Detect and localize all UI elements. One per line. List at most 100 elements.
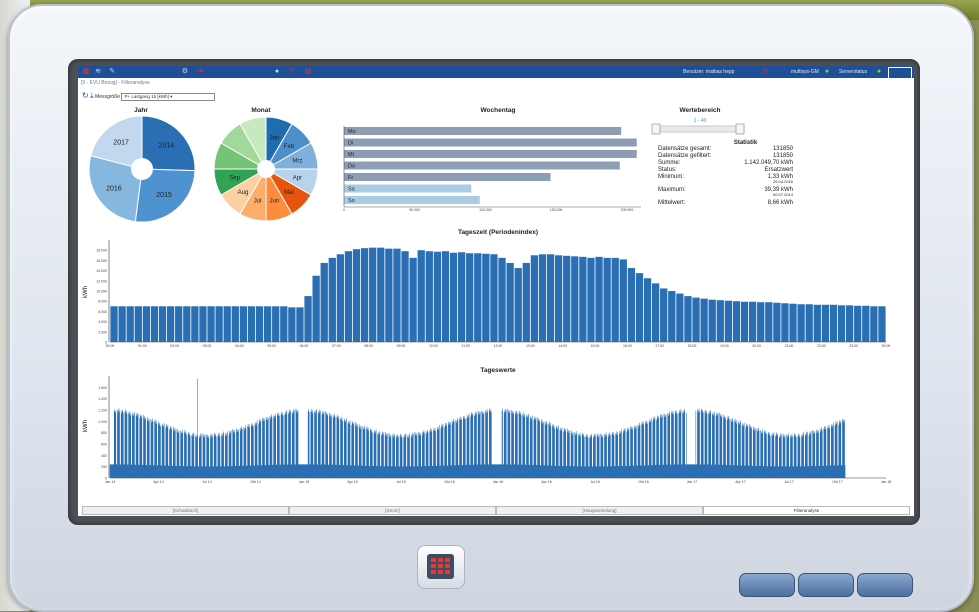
tageszeit-bar [417,250,425,342]
tageszeit-bar [765,302,773,342]
tageswerte-xtick: Apr 14 [153,480,163,484]
tageszeit-bar [425,251,433,342]
tageszeit-xtick: 17:00 [655,344,664,348]
jahr-label: 2016 [106,185,122,192]
tageswerte-title: Tageswerte [480,367,516,374]
tageswerte-ytick: 400 [101,454,107,458]
tageswerte-xtick: Apr 17 [735,480,745,484]
tageszeit-bar [272,306,280,342]
jahr-label: 2017 [113,139,129,146]
tageszeit-bar [740,301,749,342]
stat-row: Datensätze gefiltert: 131850 [658,153,793,160]
tageszeit-bar [716,300,724,342]
tab-filteranalyse[interactable]: Filteranalyse [703,506,910,515]
charts-svg: 2014 2015 2016 2017 Jan Feb Mrz Apr Mai Jun Jul Au… [83,115,891,484]
jahr-label: 2015 [156,192,172,199]
stat-value-text: Ersatzwert [764,167,793,173]
tageszeit-bar [457,252,466,342]
app-screen: ▦ ≋ ✎ ⚙ ⇥ ● ? ▤ Benutzer: mattias hepp ⊙… [78,66,914,516]
tageszeit-bar [603,257,611,342]
tageszeit-bar [110,306,118,342]
range-slider[interactable]: 1 - 40 [651,118,745,135]
tageszeit-bar [199,306,207,342]
tageszeit-bar [175,306,183,342]
slider-handle-left [651,123,661,135]
tageswerte-xtick: Apr 15 [347,480,357,484]
tageszeit-bar [635,273,644,342]
tageszeit-bar [571,256,579,342]
stat-value: 39,39 kWh 00.07.2014 [764,187,793,197]
tageszeit-bar [360,248,369,342]
tageszeit-bar [183,306,191,342]
pie-jahr[interactable]: 2014 2015 2016 2017 [88,115,196,223]
monat-label: Jan [270,136,280,142]
tageswerte-ytick: 1.200 [98,409,107,413]
tageswerte-chart[interactable]: TageswertekWh02004006008001.0001.2001.40… [83,367,891,484]
tageswerte-ytick: 1.000 [98,420,107,424]
stat-value: 131850 [773,153,793,160]
stat-row: Maximum: 39,39 kWh 00.07.2014 [658,187,793,197]
wochentag-tick: 0 [343,208,345,212]
tageswerte-ytick: 1.400 [98,397,107,401]
slider-handle-right [735,123,745,135]
tageszeit-ytick: 12.000 [96,279,107,283]
wochentag-chart[interactable]: Mo Di Mi Do Fr Sa So0 50.000 100.000 150.000 200.0… [343,126,641,212]
tageszeit-bar [441,251,450,342]
stat-value-text: 131850 [772,146,793,152]
monat-label: Mrz [292,159,302,165]
monat-label: Aug [238,190,249,196]
tageszeit-bar [757,302,765,342]
tageszeit-bar [522,262,530,342]
tageszeit-xtick: 20:00 [752,344,761,348]
tageszeit-bar [813,304,821,342]
grid-icon [427,554,454,579]
stat-date: 25.04.2016 [772,179,793,184]
soft-button-2[interactable] [798,573,854,597]
home-button[interactable] [417,545,465,589]
tageszeit-xtick: 09:00 [397,344,406,348]
tageszeit-bar [805,304,813,342]
soft-button-1[interactable] [739,573,795,597]
stat-row: Summe: 1.142.049,70 kWh [658,160,793,167]
tageszeit-bar [724,300,733,342]
tageszeit-bar [344,251,353,342]
tageszeit-bar [223,306,231,342]
tageszeit-bar [312,275,320,342]
tab-hauptverteilung[interactable]: [Hauptverteilung] [496,506,703,515]
tageszeit-ytick: 2.000 [98,330,107,334]
monat-label: Mai [284,190,294,196]
tageszeit-bar [142,306,151,342]
tageswerte-ytick: 1.600 [98,386,107,390]
tageszeit-bar [627,268,636,342]
tageszeit-bar [263,306,272,342]
tageswerte-xtick: Jul 14 [202,480,211,484]
wochentag-bar [344,173,551,181]
stat-label: Summe: [658,160,681,166]
tageszeit-xtick: 21:00 [785,344,794,348]
tageszeit-bar [409,257,417,342]
tageszeit-bar [207,306,215,342]
tageswerte-ytick: 600 [101,443,107,447]
tageswerte-xtick: Jan 15 [299,480,310,484]
tageszeit-bar [393,248,401,342]
tageszeit-bar [514,268,522,342]
tageszeit-bar [296,307,304,342]
tageszeit-chart[interactable]: Tageszeit (Periodenindex)kWh02.0004.0006… [83,229,890,348]
tageszeit-bar [466,253,474,342]
tageswerte-xtick: Apr 16 [541,480,551,484]
tageszeit-xtick: 14:00 [558,344,567,348]
tageswerte-xtick: Okt 14 [250,480,260,484]
tab-strom[interactable]: [Strom] [289,506,496,515]
tageszeit-ytick: 8.000 [98,300,107,304]
tageswerte-xtick: Jan 16 [493,480,504,484]
soft-button-3[interactable] [857,573,913,597]
wochentag-tick: 100.000 [479,208,492,212]
tageszeit-bar [352,249,361,342]
tageszeit-bar [158,306,167,342]
stat-label: Minimum: [658,174,685,180]
pie-monat[interactable]: Jan Feb Mrz Apr Mai Jun Jul Aug Sep [213,116,319,222]
tab-schwabach[interactable]: [Schwabach] [82,506,289,515]
tageszeit-ytick: 14.000 [96,269,107,273]
tageszeit-ytick: 16.000 [96,259,107,263]
tageszeit-xtick: 11:00 [461,344,470,348]
